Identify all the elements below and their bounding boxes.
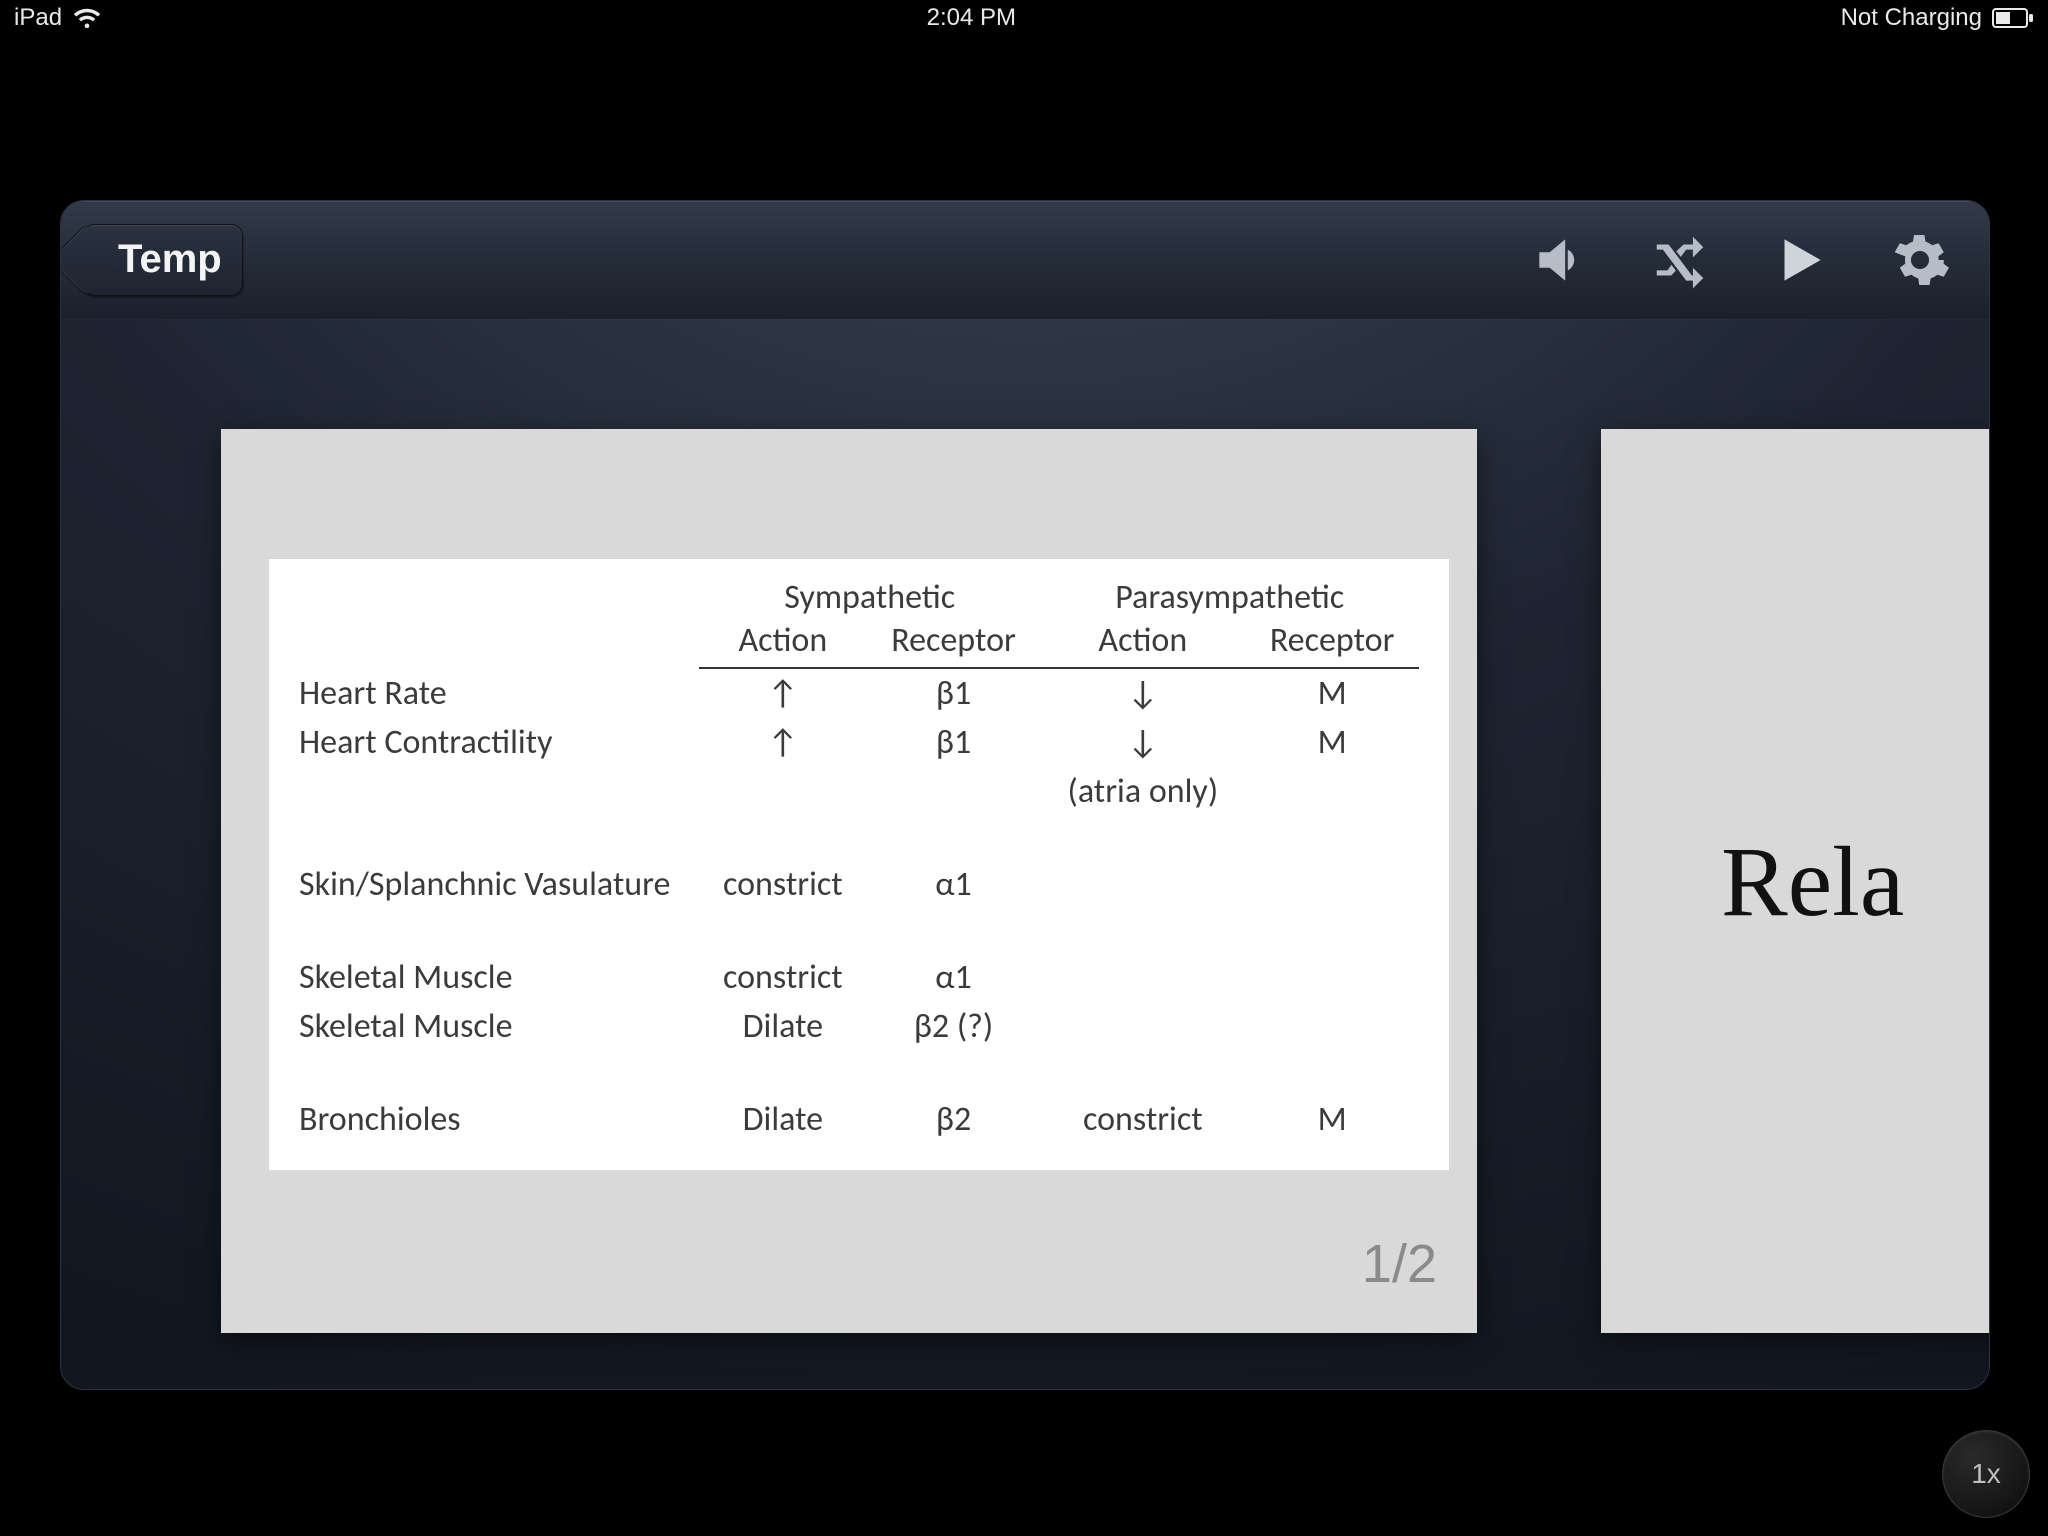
- flashcard-front[interactable]: Sympathetic Parasympathetic Action Recep…: [221, 429, 1477, 1333]
- subhead-action-2: Action: [1040, 620, 1245, 668]
- flashcard-next-peek[interactable]: Rela: [1601, 429, 1989, 1333]
- battery-icon: [1992, 8, 2034, 28]
- clock: 2:04 PM: [927, 4, 1016, 32]
- table-row: Skeletal MuscleDilateβ2 (?): [299, 1002, 1419, 1051]
- charging-label: Not Charging: [1841, 4, 1982, 32]
- speaker-icon[interactable]: [1521, 221, 1599, 299]
- subhead-action-1: Action: [699, 620, 867, 668]
- scale-badge[interactable]: 1x: [1942, 1430, 2030, 1518]
- gear-icon[interactable]: [1881, 221, 1959, 299]
- toolbar: Temp: [61, 201, 1989, 319]
- card-area[interactable]: Sympathetic Parasympathetic Action Recep…: [61, 319, 1989, 1389]
- shuffle-icon[interactable]: [1641, 221, 1719, 299]
- wifi-icon: [72, 7, 102, 29]
- peek-text: Rela: [1721, 824, 1904, 939]
- page-indicator: 1/2: [1362, 1233, 1437, 1295]
- app-window: Temp Sy: [60, 200, 1990, 1390]
- device-label: iPad: [14, 4, 62, 32]
- subhead-receptor-2: Receptor: [1245, 620, 1419, 668]
- table-row: Heart Contractility↑β1↓M: [299, 718, 1419, 767]
- back-button-label: Temp: [118, 237, 222, 282]
- table-row: Heart Rate↑β1↓M: [299, 668, 1419, 718]
- table-row: BronchiolesDilateβ2constrictM: [299, 1095, 1419, 1144]
- table-row-note: (atria only): [299, 767, 1419, 816]
- content-table: Sympathetic Parasympathetic Action Recep…: [269, 559, 1449, 1170]
- back-button[interactable]: Temp: [83, 224, 243, 296]
- subhead-receptor-1: Receptor: [867, 620, 1041, 668]
- status-bar: iPad 2:04 PM Not Charging: [0, 0, 2048, 36]
- table-row: Skin/Splanchnic Vasulatureconstrictα1: [299, 860, 1419, 909]
- col-group-parasympathetic: Parasympathetic: [1040, 573, 1419, 620]
- col-group-sympathetic: Sympathetic: [699, 573, 1040, 620]
- play-icon[interactable]: [1761, 221, 1839, 299]
- table-row: Skeletal Muscleconstrictα1: [299, 953, 1419, 1002]
